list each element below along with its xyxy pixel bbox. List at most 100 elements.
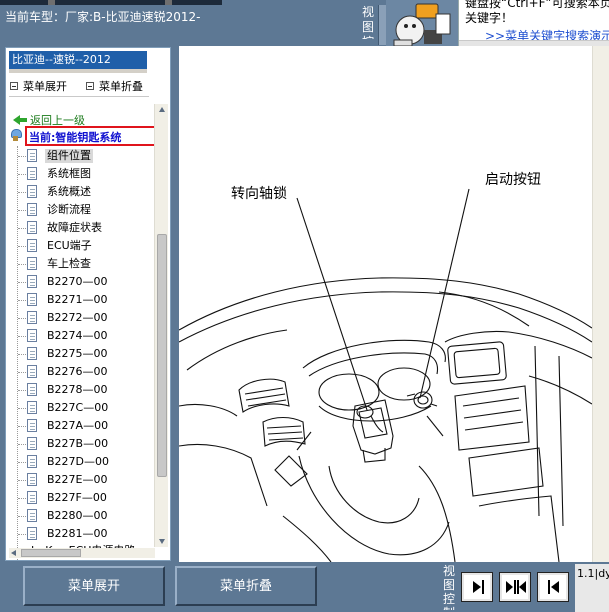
- document-icon: [27, 419, 37, 432]
- scroll-left-icon[interactable]: [11, 550, 16, 556]
- document-icon: [27, 167, 37, 180]
- tree-connector: [18, 336, 26, 337]
- tree-item[interactable]: B227C—00: [6, 399, 156, 417]
- menu-collapse-button[interactable]: 菜单折叠: [175, 566, 317, 606]
- tree-connector: [18, 426, 26, 427]
- tree-connector: [18, 282, 26, 283]
- menu-expand-mini-button[interactable]: 菜单展开: [10, 78, 67, 94]
- breadcrumb: 比亚迪--速锐--2012: [9, 51, 147, 69]
- tree-item-label: B2278—00: [47, 383, 108, 396]
- zoom-readout: 1.1|dy: [575, 564, 609, 612]
- splitter-handle[interactable]: [378, 5, 386, 45]
- tree-item[interactable]: B2275—00: [6, 345, 156, 363]
- tree-item-label: 系统框图: [47, 167, 91, 180]
- tree-item[interactable]: 诊断流程: [6, 201, 156, 219]
- tree-item[interactable]: B2276—00: [6, 363, 156, 381]
- horizontal-scroll-thumb[interactable]: [21, 549, 81, 557]
- steering-lock-label: 转向轴锁: [231, 186, 287, 202]
- document-icon: [27, 473, 37, 486]
- document-icon: [27, 185, 37, 198]
- tree-item-label: B227A—00: [47, 419, 109, 432]
- tree-connector: [18, 372, 26, 373]
- menu-expand-button[interactable]: 菜单展开: [23, 566, 165, 606]
- tree-item[interactable]: B2274—00: [6, 327, 156, 345]
- expand-left-button[interactable]: [537, 572, 569, 602]
- document-icon: [27, 383, 37, 396]
- tree-connector: [18, 390, 26, 391]
- tree-connector: [18, 156, 26, 157]
- scroll-up-icon[interactable]: [156, 104, 168, 116]
- tree-vertical-scrollbar[interactable]: [154, 104, 168, 547]
- tree-connector: [18, 210, 26, 211]
- vehicle-title: 当前车型：厂家:B-比亚迪速锐2012-: [5, 10, 201, 24]
- tree-horizontal-scrollbar[interactable]: [9, 548, 155, 558]
- view-control-label: 视图控制: [443, 564, 456, 610]
- menu-tree-panel: 比亚迪--速锐--2012 菜单展开 菜单折叠 返回上一级 当前:智能钥匙系统 …: [5, 47, 171, 561]
- tree-item-label: B2281—00: [47, 527, 108, 540]
- tree-item[interactable]: B227D—00: [6, 453, 156, 471]
- collapse-icon: [86, 82, 94, 90]
- tree-item-label: B2276—00: [47, 365, 108, 378]
- start-button-label: 启动按钮: [485, 172, 541, 188]
- tree-item-label: B227E—00: [47, 473, 108, 486]
- menu-expand-mini-label: 菜单展开: [23, 80, 67, 93]
- tree-item[interactable]: B2272—00: [6, 309, 156, 327]
- tree-item[interactable]: 故障症状表: [6, 219, 156, 237]
- tree-item[interactable]: 系统框图: [6, 165, 156, 183]
- document-icon: [27, 491, 37, 504]
- tree-item-label: 故障症状表: [47, 221, 102, 234]
- tree-item[interactable]: B227F—00: [6, 489, 156, 507]
- tree-item-label: 车上检查: [47, 257, 91, 270]
- tree-item[interactable]: 系统概述: [6, 183, 156, 201]
- tree-connector: [18, 516, 26, 517]
- tree-item-label: B2280—00: [47, 509, 108, 522]
- document-icon: [27, 365, 37, 378]
- bottom-toolbar: 菜单展开 菜单折叠 视图控制 1.1|dy: [0, 562, 609, 612]
- tree-item-label: B227D—00: [47, 455, 110, 468]
- tree-item-label: 系统概述: [47, 185, 91, 198]
- current-node-label: 当前:智能钥匙系统: [29, 131, 122, 144]
- tree-item[interactable]: B2281—00: [6, 525, 156, 543]
- search-tip-text: 键盘按“Ctrl+F”可搜索本页关键字！: [465, 0, 609, 25]
- tree-item-label: B2275—00: [47, 347, 108, 360]
- tree-connector: [18, 228, 26, 229]
- document-icon: [27, 329, 37, 342]
- document-icon: [27, 239, 37, 252]
- panel-splitter[interactable]: [171, 46, 179, 564]
- tree-item[interactable]: 车上检查: [6, 255, 156, 273]
- tree-item[interactable]: 组件位置: [6, 147, 156, 165]
- tree-connector: [18, 498, 26, 499]
- tree-item[interactable]: B227E—00: [6, 471, 156, 489]
- document-icon: [27, 509, 37, 522]
- scroll-down-icon[interactable]: [156, 535, 168, 547]
- mascot-image: [386, 0, 458, 46]
- component-location-diagram: 转向轴锁 启动按钮: [179, 46, 609, 562]
- document-icon: [27, 275, 37, 288]
- tree-item[interactable]: B2271—00: [6, 291, 156, 309]
- tree-item[interactable]: B227B—00: [6, 435, 156, 453]
- tree-item[interactable]: ECU端子: [6, 237, 156, 255]
- tree-item[interactable]: B2278—00: [6, 381, 156, 399]
- tree-item-label: B2271—00: [47, 293, 108, 306]
- expand-right-button[interactable]: [461, 572, 493, 602]
- tree-connector: [18, 192, 26, 193]
- divider: [9, 96, 149, 97]
- tree-item-label: B227C—00: [47, 401, 109, 414]
- search-tip-panel: 键盘按“Ctrl+F”可搜索本页关键字！ >>菜单关键字搜索演示: [458, 0, 609, 46]
- menu-collapse-mini-label: 菜单折叠: [99, 80, 143, 93]
- tree-item[interactable]: B2280—00: [6, 507, 156, 525]
- scroll-thumb[interactable]: [157, 234, 167, 477]
- tree-item[interactable]: B2270—00: [6, 273, 156, 291]
- document-icon: [27, 149, 37, 162]
- menu-collapse-mini-button[interactable]: 菜单折叠: [86, 78, 143, 94]
- top-toolbar: 当前车型：厂家:B-比亚迪速锐2012- 视图控制 键盘按“Ctrl+F”可搜索…: [0, 0, 609, 46]
- split-view-button[interactable]: [499, 572, 531, 602]
- tree-connector: [18, 318, 26, 319]
- thumbnail-strip: [0, 0, 222, 5]
- current-node[interactable]: 当前:智能钥匙系统: [11, 126, 167, 146]
- document-icon: [27, 293, 37, 306]
- document-icon: [27, 203, 37, 216]
- diagram-vertical-scrollbar[interactable]: [592, 46, 609, 562]
- document-icon: [27, 221, 37, 234]
- tree-item[interactable]: B227A—00: [6, 417, 156, 435]
